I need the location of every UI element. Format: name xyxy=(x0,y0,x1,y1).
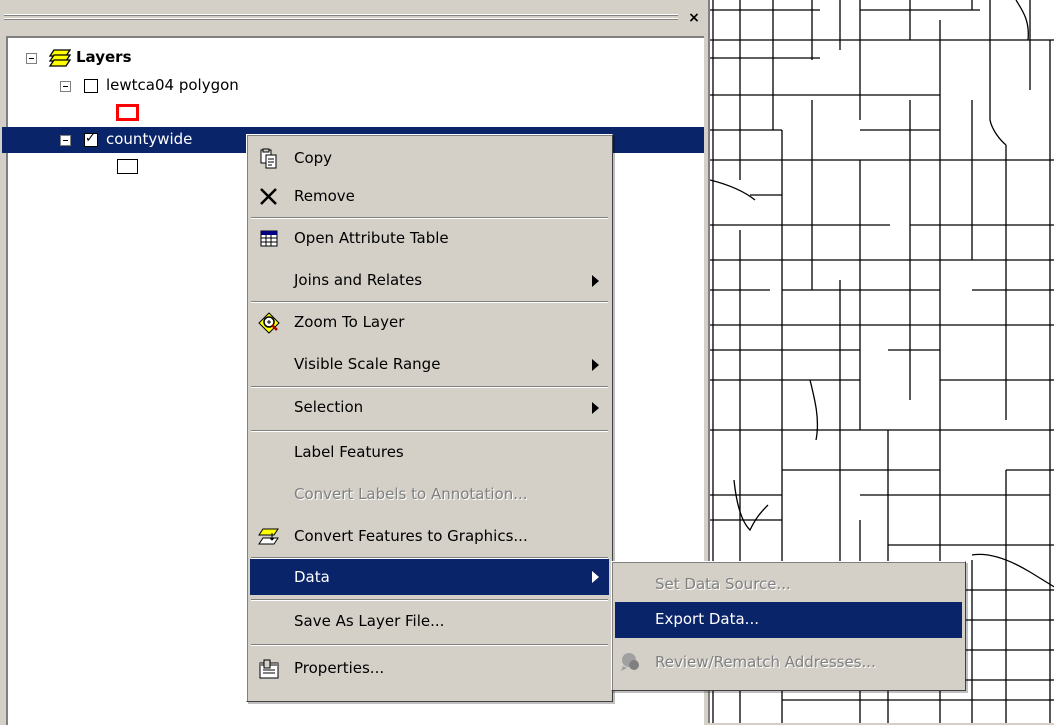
menu-item-properties[interactable]: Properties... xyxy=(250,649,609,689)
zoom-to-layer-icon xyxy=(258,312,280,334)
menu-item-visible-scale-range[interactable]: Visible Scale Range xyxy=(250,345,609,385)
countywide-symbol-swatch[interactable] xyxy=(117,159,138,174)
menu-separator xyxy=(251,599,608,601)
menu-item-save-as-layer-file[interactable]: Save As Layer File... xyxy=(250,602,609,642)
menu-separator xyxy=(251,644,608,646)
submenu-arrow-icon xyxy=(592,275,599,287)
menu-item-label: Set Data Source... xyxy=(655,575,791,593)
remove-icon xyxy=(258,186,280,208)
lewtca04-visibility-checkbox[interactable] xyxy=(84,79,98,93)
menu-item-joins-and-relates[interactable]: Joins and Relates xyxy=(250,261,609,301)
menu-item-label: Remove xyxy=(294,187,355,205)
countywide-visibility-checkbox[interactable]: ✓ xyxy=(84,131,98,147)
menu-item-label: Export Data... xyxy=(655,610,759,628)
menu-item-label: Save As Layer File... xyxy=(294,612,445,630)
layers-root-label[interactable]: Layers xyxy=(76,48,132,66)
menu-item-open-attribute-table[interactable]: Open Attribute Table xyxy=(250,219,609,259)
menu-item-label: Data xyxy=(294,568,330,586)
menu-item-label: Label Features xyxy=(294,443,404,461)
lewtca04-symbol-swatch[interactable] xyxy=(116,104,139,121)
menu-item-label-features[interactable]: Label Features xyxy=(250,433,609,473)
menu-item-label: Convert Labels to Annotation... xyxy=(294,485,528,503)
collapse-lewtca04-icon[interactable] xyxy=(60,81,71,92)
menu-item-label: Review/Rematch Addresses... xyxy=(655,653,876,671)
toc-title-bar[interactable]: × xyxy=(0,0,708,30)
menu-item-label: Joins and Relates xyxy=(294,271,423,289)
layers-icon xyxy=(48,46,72,68)
properties-icon xyxy=(258,658,280,680)
menu-item-convert-labels-to-annotation: Convert Labels to Annotation... xyxy=(250,475,609,515)
menu-item-label: Visible Scale Range xyxy=(294,355,441,373)
menu-item-label: Properties... xyxy=(294,659,385,677)
menu-item-label: Open Attribute Table xyxy=(294,229,449,247)
menu-item-remove[interactable]: Remove xyxy=(250,177,609,217)
menu-separator xyxy=(251,430,608,432)
table-icon xyxy=(258,228,280,250)
convert-graphics-icon xyxy=(258,526,280,548)
submenu-arrow-icon xyxy=(592,402,599,414)
collapse-layers-icon[interactable] xyxy=(26,53,37,64)
menu-item-label: Convert Features to Graphics... xyxy=(294,527,528,545)
menu-item-label: Zoom To Layer xyxy=(294,313,405,331)
submenu-item-review-rematch-addresses: Review/Rematch Addresses... xyxy=(615,644,962,680)
submenu-arrow-icon xyxy=(592,359,599,371)
layer-name-countywide[interactable]: countywide xyxy=(106,130,192,148)
layer-context-menu: Copy Remove Open Attribute Table Joins a… xyxy=(246,134,613,702)
submenu-item-set-data-source: Set Data Source... xyxy=(615,566,962,602)
menu-item-label: Copy xyxy=(294,149,333,167)
menu-item-label: Selection xyxy=(294,398,364,416)
review-addresses-icon xyxy=(619,651,641,673)
menu-item-copy[interactable]: Copy xyxy=(250,139,609,179)
layer-name-lewtca04[interactable]: lewtca04 polygon xyxy=(106,76,239,94)
data-submenu: Set Data Source... Export Data... Review… xyxy=(611,561,966,691)
collapse-countywide-icon[interactable] xyxy=(60,135,71,146)
menu-item-selection[interactable]: Selection xyxy=(250,388,609,428)
menu-item-zoom-to-layer[interactable]: Zoom To Layer xyxy=(250,303,609,343)
copy-icon xyxy=(258,148,280,170)
close-icon[interactable]: × xyxy=(686,10,702,26)
menu-item-data[interactable]: Data xyxy=(250,559,609,595)
submenu-arrow-icon xyxy=(592,571,599,583)
submenu-item-export-data[interactable]: Export Data... xyxy=(615,602,962,638)
menu-item-convert-features-to-graphics[interactable]: Convert Features to Graphics... xyxy=(250,517,609,557)
